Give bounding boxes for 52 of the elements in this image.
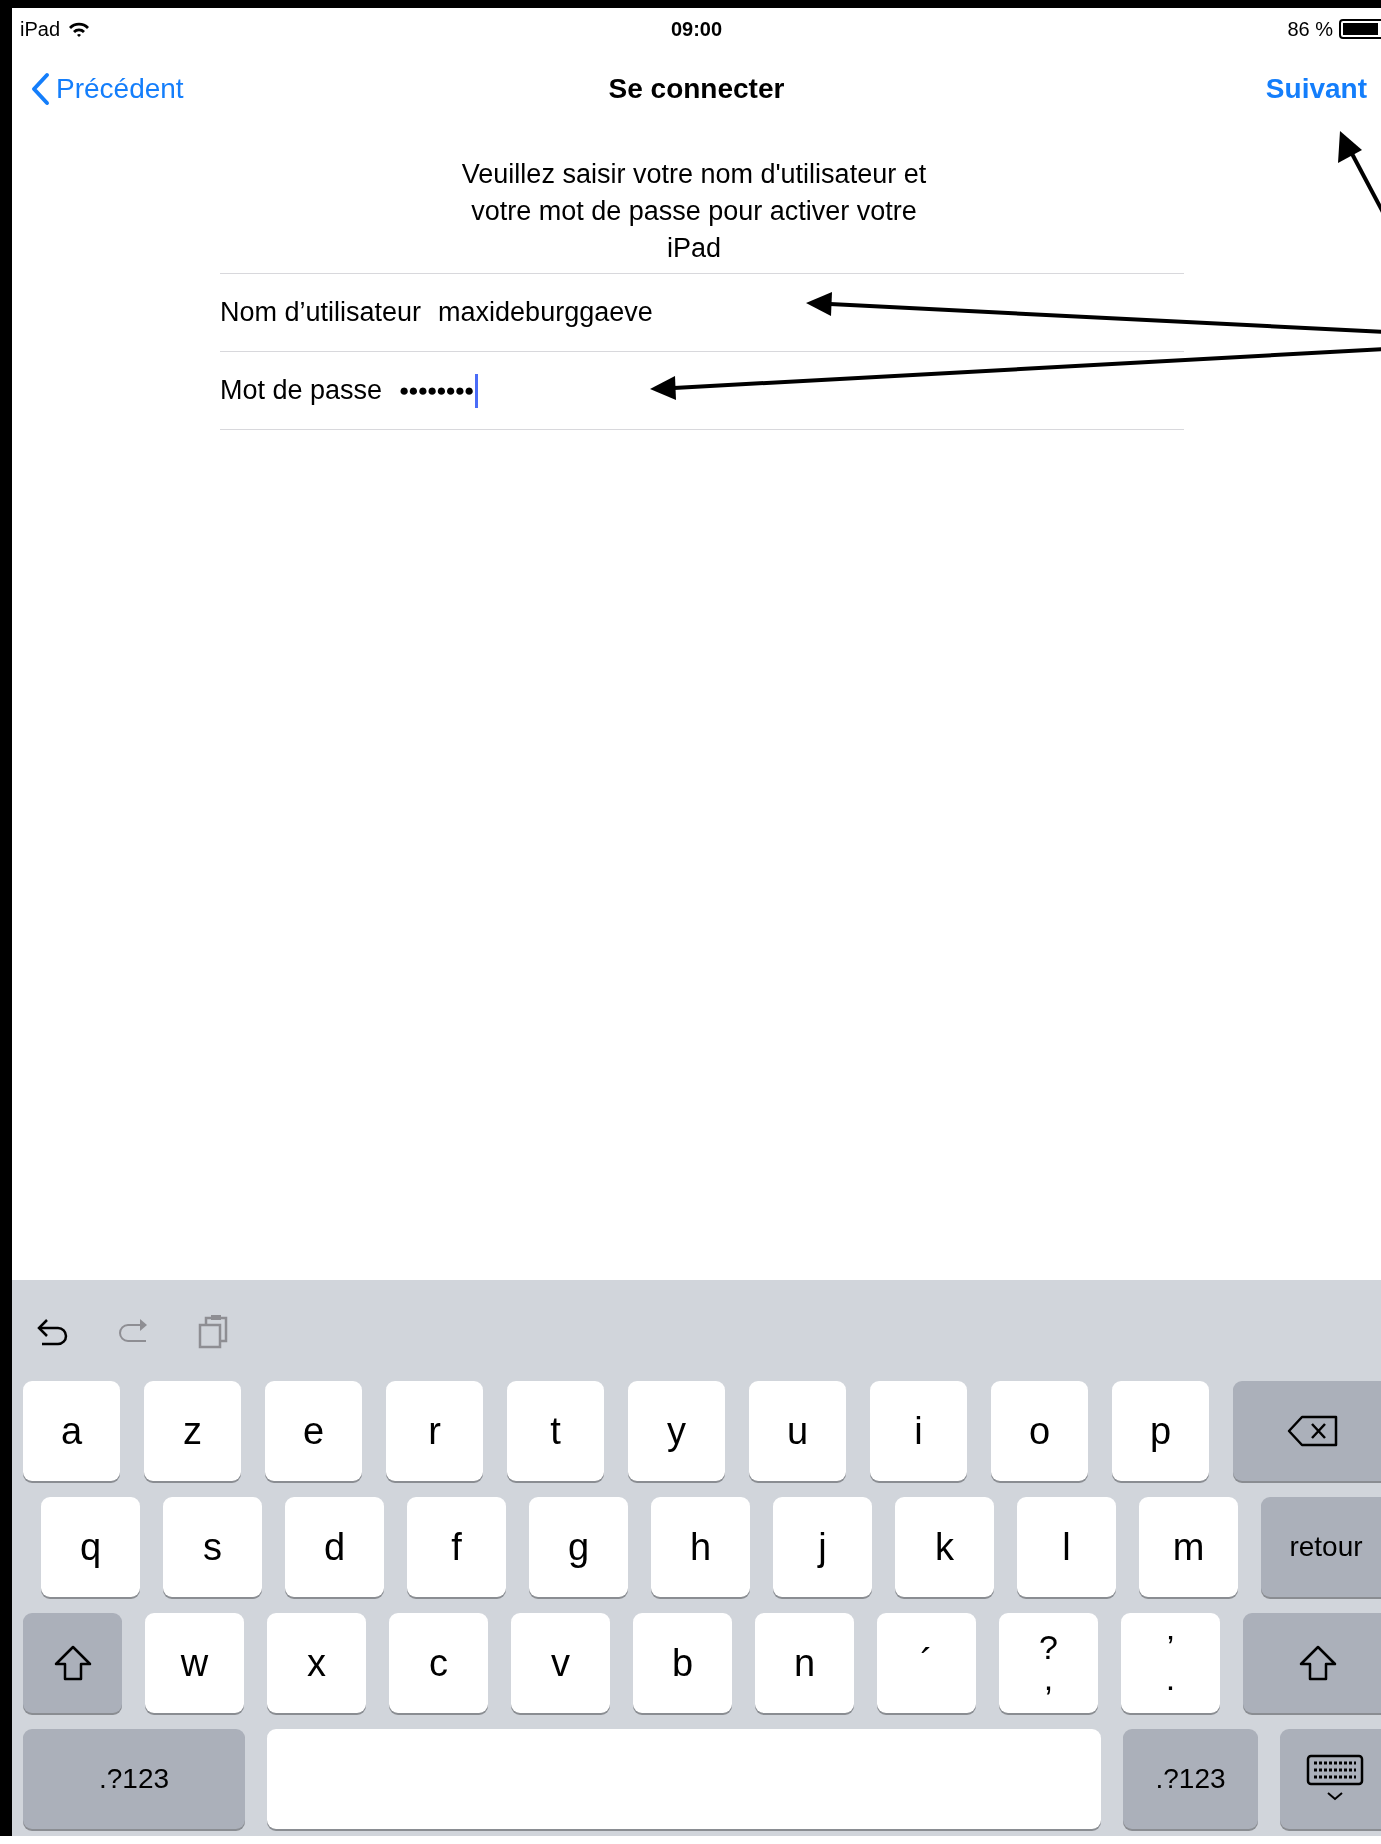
return-key[interactable]: retour <box>1261 1497 1381 1597</box>
key[interactable]: d <box>285 1497 384 1597</box>
key[interactable]: y <box>628 1381 725 1481</box>
field-label: Mot de passe <box>220 375 383 406</box>
key[interactable]: ’ . <box>1121 1613 1220 1713</box>
key[interactable]: v <box>511 1613 610 1713</box>
shift-key[interactable] <box>23 1613 122 1713</box>
input-field[interactable]: maxideburggaeve <box>438 290 653 335</box>
device-name: iPad <box>20 17 61 41</box>
status-time: 09:00 <box>670 17 723 40</box>
key[interactable]: t <box>507 1381 604 1481</box>
key[interactable]: ? , <box>999 1613 1098 1713</box>
key[interactable]: z <box>144 1381 241 1481</box>
shift-icon <box>1298 1644 1338 1682</box>
key[interactable]: ´ <box>877 1613 976 1713</box>
key[interactable]: b <box>633 1613 732 1713</box>
key[interactable]: s <box>163 1497 262 1597</box>
key[interactable]: l <box>1017 1497 1116 1597</box>
key[interactable]: n <box>755 1613 854 1713</box>
wifi-icon <box>68 20 91 38</box>
back-button[interactable]: Précédent <box>30 72 184 106</box>
key[interactable]: r <box>386 1381 483 1481</box>
key[interactable]: f <box>407 1497 506 1597</box>
chevron-left-icon <box>30 72 50 106</box>
key[interactable]: c <box>389 1613 488 1713</box>
key[interactable]: q <box>41 1497 140 1597</box>
key[interactable]: j <box>773 1497 872 1597</box>
key[interactable]: g <box>529 1497 628 1597</box>
key[interactable]: w <box>145 1613 244 1713</box>
key[interactable]: o <box>991 1381 1088 1481</box>
key[interactable]: e <box>265 1381 362 1481</box>
field-label: Nom d’utilisateur <box>220 297 422 328</box>
key[interactable]: x <box>267 1613 366 1713</box>
input-field[interactable]: ●●●●●●●● <box>399 368 479 413</box>
screen-title: Se connecter <box>608 73 785 104</box>
numbers-key[interactable]: .?123 <box>1123 1729 1258 1829</box>
instruction-text: Veuillez saisir votre nom d'utilisateur et votre mot de passe pour activer votre iPad <box>460 158 928 265</box>
key[interactable]: u <box>749 1381 846 1481</box>
battery-percent: 86 % <box>1287 17 1333 41</box>
backspace-icon <box>1286 1414 1340 1448</box>
key[interactable]: p <box>1112 1381 1209 1481</box>
key[interactable]: k <box>895 1497 994 1597</box>
key[interactable]: a <box>23 1381 120 1481</box>
key[interactable]: h <box>651 1497 750 1597</box>
battery-icon <box>1339 19 1381 39</box>
key[interactable]: i <box>870 1381 967 1481</box>
key[interactable]: m <box>1139 1497 1238 1597</box>
numbers-key[interactable]: .?123 <box>23 1729 245 1829</box>
next-button[interactable]: Suivant <box>1265 73 1367 105</box>
backspace-key[interactable] <box>1233 1381 1381 1481</box>
shift-icon <box>52 1644 93 1682</box>
dismiss-key[interactable] <box>1280 1729 1381 1829</box>
